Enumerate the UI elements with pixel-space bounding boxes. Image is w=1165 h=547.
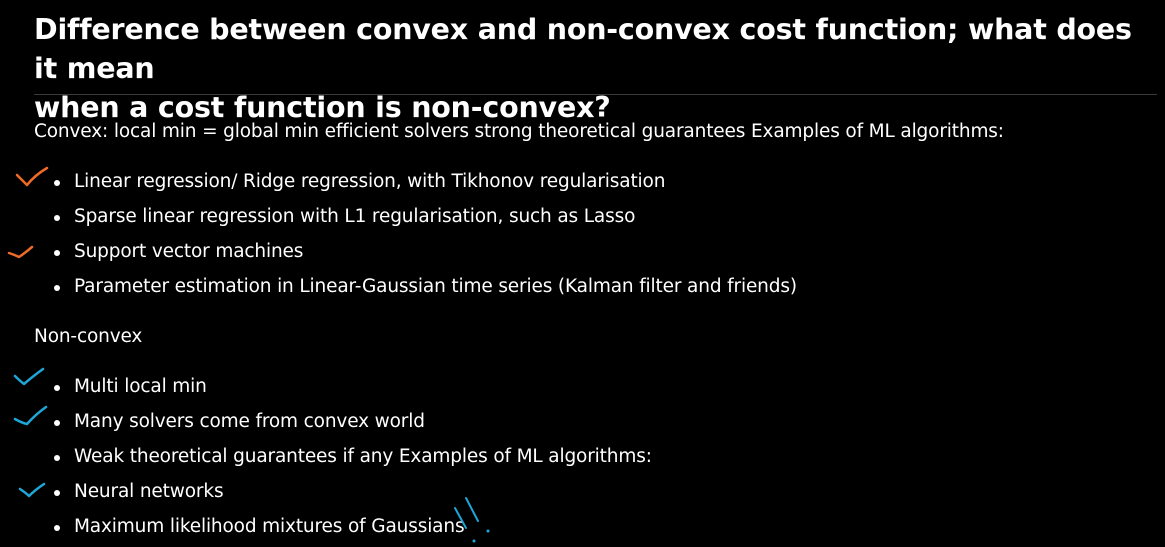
checkmark-icon bbox=[15, 166, 49, 187]
bullet-icon bbox=[54, 285, 60, 291]
list-item: Linear regression/ Ridge regression, wit… bbox=[54, 170, 666, 194]
dot-mark-icon bbox=[472, 539, 476, 543]
bullet-icon bbox=[54, 250, 60, 256]
list-item: Sparse linear regression with L1 regular… bbox=[54, 205, 636, 229]
bullet-icon bbox=[54, 385, 60, 391]
list-item-text: Many solvers come from convex world bbox=[74, 411, 425, 432]
checkmark-icon bbox=[13, 367, 45, 386]
list-item: Many solvers come from convex world bbox=[54, 410, 425, 434]
title-divider bbox=[34, 94, 1157, 95]
list-item: Multi local min bbox=[54, 375, 207, 399]
checkmark-icon bbox=[18, 482, 46, 498]
page-title: Difference between convex and non-convex… bbox=[34, 10, 1144, 127]
list-item: Neural networks bbox=[54, 480, 224, 504]
page-title-line-1: Difference between convex and non-convex… bbox=[34, 13, 1132, 85]
list-item: Support vector machines bbox=[54, 240, 304, 264]
list-item: Weak theoretical guarantees if any Examp… bbox=[54, 445, 652, 469]
list-item-text: Neural networks bbox=[74, 481, 224, 502]
bullet-icon bbox=[54, 215, 60, 221]
bullet-icon bbox=[54, 490, 60, 496]
list-item: Maximum likelihood mixtures of Gaussians bbox=[54, 515, 465, 539]
dot-mark-icon bbox=[486, 529, 490, 533]
bullet-icon bbox=[54, 180, 60, 186]
list-item-text: Linear regression/ Ridge regression, wit… bbox=[74, 171, 666, 192]
list-item-text: Sparse linear regression with L1 regular… bbox=[74, 206, 636, 227]
bullet-icon bbox=[54, 525, 60, 531]
list-item-text: Weak theoretical guarantees if any Examp… bbox=[74, 446, 652, 467]
list-item-text: Maximum likelihood mixtures of Gaussians bbox=[74, 516, 465, 537]
list-item-text: Parameter estimation in Linear-Gaussian … bbox=[74, 276, 797, 297]
stroke-mark-icon bbox=[465, 497, 479, 522]
nonconvex-intro: Non-convex bbox=[34, 326, 143, 347]
list-item-text: Support vector machines bbox=[74, 241, 304, 262]
bullet-icon bbox=[54, 420, 60, 426]
bullet-icon bbox=[54, 455, 60, 461]
checkmark-icon bbox=[13, 405, 48, 426]
checkmark-icon bbox=[7, 245, 34, 259]
list-item: Parameter estimation in Linear-Gaussian … bbox=[54, 275, 797, 299]
convex-intro: Convex: local min = global min efficient… bbox=[34, 121, 1004, 142]
list-item-text: Multi local min bbox=[74, 376, 207, 397]
